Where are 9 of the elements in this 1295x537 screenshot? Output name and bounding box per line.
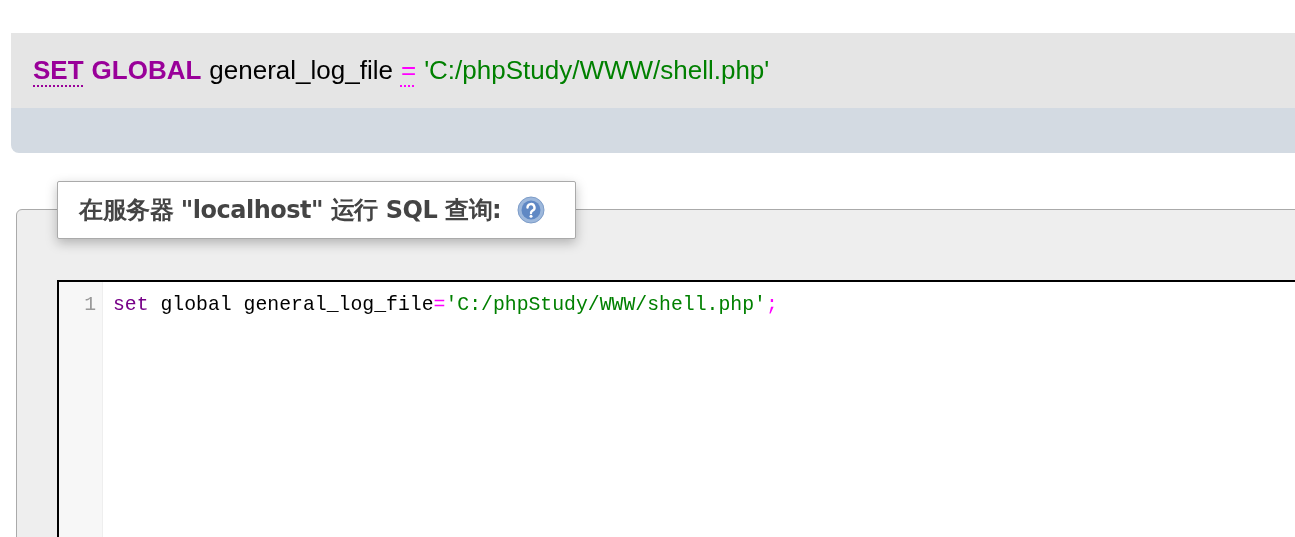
string-literal: 'C:/phpStudy/WWW/shell.php' [424, 55, 770, 86]
code-line: set global general_log_file='C:/phpStudy/WWW/shell.php'; [113, 293, 779, 318]
legend-title: 在服务器 "localhost" 运行 SQL 查询: [79, 195, 502, 226]
help-icon[interactable] [517, 196, 546, 224]
keyword: GLOBAL [91, 55, 202, 86]
line-number: 1 [83, 293, 97, 318]
sql-editor[interactable]: 1 set global general_log_file='C:/phpStudy/WWW/shell.php'; [57, 280, 1295, 537]
column-name: general_log_file [209, 55, 393, 86]
keyword-link[interactable]: SET [33, 55, 84, 86]
